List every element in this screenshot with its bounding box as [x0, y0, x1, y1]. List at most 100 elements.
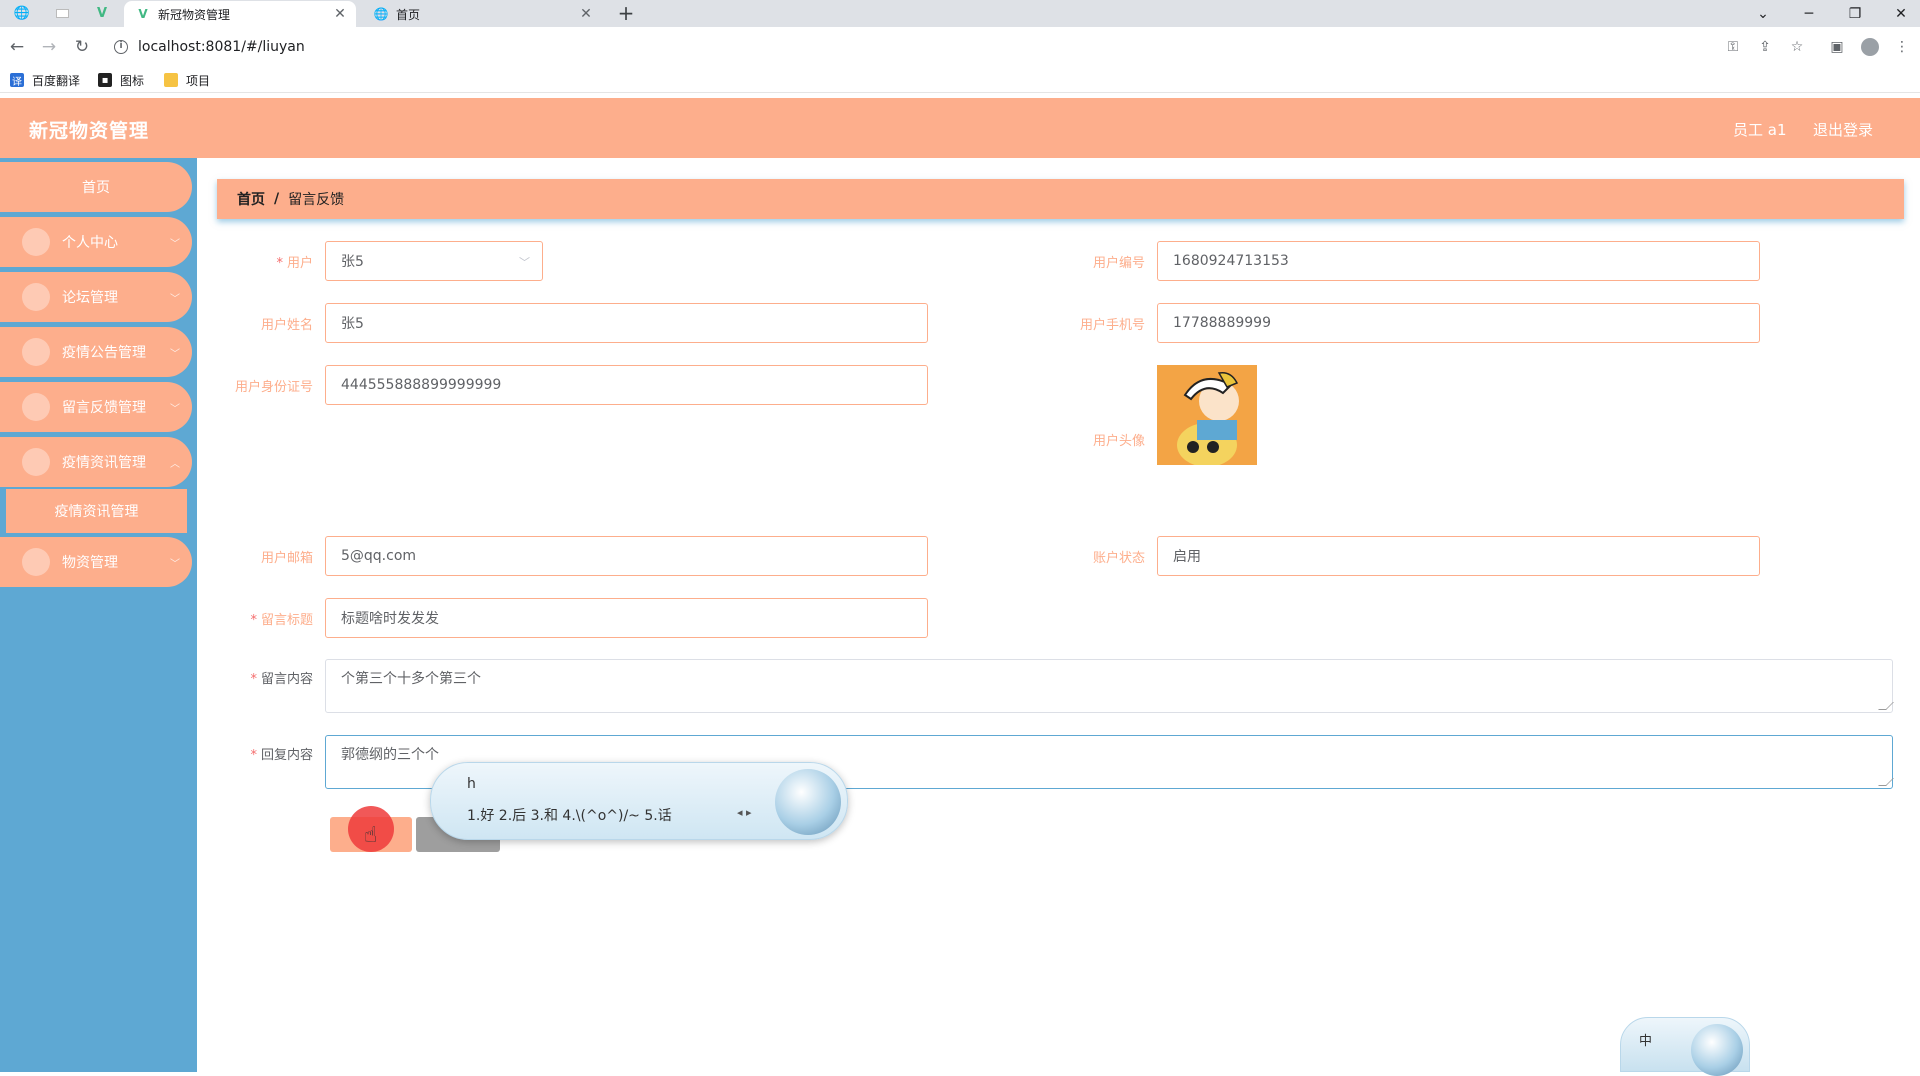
content-label: * 留言内容: [250, 672, 313, 687]
globe-icon[interactable]: 🌐: [13, 4, 31, 22]
user-no-label: 用户编号: [1092, 256, 1145, 271]
breadcrumb-separator: /: [274, 191, 280, 207]
window-close-button[interactable]: ✕: [1878, 0, 1920, 27]
sidebar-item-epidemic-notice[interactable]: 疫情公告管理 ﹀: [0, 327, 192, 377]
side-panel-icon[interactable]: ▣: [1826, 36, 1848, 58]
key-icon[interactable]: ⚿: [1722, 36, 1744, 58]
blank-tab-icon[interactable]: [53, 4, 71, 22]
content-text: 个第三个十多个第三个: [341, 671, 481, 687]
browser-tab-active[interactable]: V 新冠物资管理 ✕: [124, 1, 356, 27]
sidebar-item-home[interactable]: 首页: [0, 162, 192, 212]
grid-icon: [22, 393, 50, 421]
star-icon[interactable]: ☆: [1786, 36, 1808, 58]
ime-composition: h: [467, 776, 476, 792]
vue-icon[interactable]: V: [93, 4, 111, 22]
logout-link[interactable]: 退出登录: [1813, 119, 1873, 140]
sidebar-item-epidemic-news[interactable]: 疫情资讯管理 ︿: [0, 437, 192, 487]
sidebar-item-label: 首页: [82, 180, 110, 196]
restore-button[interactable]: ❐: [1832, 0, 1878, 27]
tab-title: 新冠物资管理: [158, 7, 231, 22]
name-field[interactable]: 张5: [325, 303, 928, 343]
bookmark-item[interactable]: 项目: [164, 71, 210, 89]
ime-candidates[interactable]: 1.好 2.后 3.和 4.\(^o^)/~ 5.话: [467, 805, 672, 825]
sidebar: 首页 个人中心 ﹀ 论坛管理 ﹀ 疫情公告管理 ﹀ 留言反馈管理 ﹀ 疫情资讯管…: [0, 158, 197, 1072]
app-title: 新冠物资管理: [29, 120, 150, 142]
sidebar-item-feedback[interactable]: 留言反馈管理 ﹀: [0, 382, 192, 432]
resize-handle[interactable]: [1878, 702, 1894, 710]
user-icon: [22, 448, 50, 476]
ime-candidate-window[interactable]: h 1.好 2.后 3.和 4.\(^o^)/~ 5.话 ◂ ▸: [430, 762, 848, 840]
user-select-value: 张5: [341, 254, 364, 270]
bookmark-label: 项目: [186, 73, 211, 88]
ime-page-arrows-icon[interactable]: ◂ ▸: [737, 806, 752, 819]
translate-icon: 译: [10, 73, 24, 88]
tab-search-icon[interactable]: ⌄: [1740, 0, 1786, 27]
briefcase-icon: [22, 283, 50, 311]
omnibox[interactable]: i localhost:8081/#/liuyan: [106, 32, 1806, 62]
title-label: * 留言标题: [250, 613, 313, 628]
user-no-field[interactable]: 1680924713153: [1157, 241, 1760, 281]
phone-field[interactable]: 17788889999: [1157, 303, 1760, 343]
avatar: [1157, 365, 1257, 465]
new-tab-button[interactable]: +: [614, 2, 638, 24]
folder-icon: [164, 73, 178, 87]
hand-cursor-icon: ☝: [364, 823, 378, 848]
chevron-down-icon: ﹀: [170, 348, 180, 360]
sidebar-item-label: 论坛管理: [62, 290, 118, 306]
sidebar-item-personal-center[interactable]: 个人中心 ﹀: [0, 217, 192, 267]
ime-decoration-icon: [775, 769, 841, 835]
tab-title: 首页: [396, 7, 421, 22]
globe-icon: 🌐: [373, 7, 389, 21]
close-icon[interactable]: ✕: [578, 6, 594, 22]
url-text[interactable]: localhost:8081/#/liuyan: [138, 39, 305, 55]
sidebar-item-label: 物资管理: [62, 555, 118, 571]
breadcrumb-current: 留言反馈: [288, 192, 345, 208]
idcard-field[interactable]: 444555888899999999: [325, 365, 928, 405]
idcard-label: 用户身份证号: [234, 380, 313, 395]
sidebar-item-label: 个人中心: [62, 235, 118, 251]
sidebar-item-forum[interactable]: 论坛管理 ﹀: [0, 272, 192, 322]
ime-status-bar[interactable]: 中: [1620, 1017, 1750, 1076]
chevron-down-icon: ﹀: [170, 293, 180, 305]
minimize-button[interactable]: ─: [1786, 0, 1832, 27]
breadcrumb: 首页 / 留言反馈: [217, 179, 1904, 219]
avatar-label: 用户头像: [1092, 434, 1145, 449]
phone-label: 用户手机号: [1079, 318, 1145, 333]
bookmark-item[interactable]: 译 百度翻译: [10, 71, 80, 89]
ime-mode[interactable]: 中: [1639, 1030, 1652, 1049]
resize-handle[interactable]: [1878, 778, 1894, 786]
info-icon[interactable]: i: [114, 40, 128, 54]
status-field[interactable]: 启用: [1157, 536, 1760, 576]
bookmark-label: 图标: [120, 73, 145, 88]
current-user: 员工 a1: [1733, 121, 1787, 139]
vue-icon: V: [138, 7, 148, 21]
share-icon[interactable]: ⇪: [1754, 36, 1776, 58]
back-icon[interactable]: ←: [6, 36, 28, 58]
profile-icon[interactable]: [1859, 36, 1881, 58]
reply-text: 郭德纲的三个个: [341, 747, 439, 763]
reload-icon[interactable]: ↻: [71, 36, 93, 58]
browser-tab[interactable]: 🌐 首页 ✕: [362, 1, 602, 27]
menu-dots-icon[interactable]: ⋮: [1891, 36, 1913, 58]
breadcrumb-home[interactable]: 首页: [237, 189, 265, 209]
content-textarea[interactable]: 个第三个十多个第三个: [325, 659, 1894, 713]
sidebar-subitem-label: 疫情资讯管理: [54, 504, 139, 520]
sidebar-subitem-epidemic-news[interactable]: 疫情资讯管理: [6, 489, 187, 533]
image-icon: ▪: [98, 73, 112, 87]
name-label: 用户姓名: [260, 318, 313, 333]
forward-icon[interactable]: →: [38, 36, 60, 58]
chevron-up-icon: ︿: [170, 458, 180, 470]
app-header: 新冠物资管理 员工 a1 退出登录: [0, 98, 1920, 158]
chevron-down-icon: ﹀: [519, 256, 530, 269]
close-icon[interactable]: ✕: [332, 6, 348, 22]
email-field[interactable]: 5@qq.com: [325, 536, 928, 576]
bookmark-item[interactable]: ▪ 图标: [98, 71, 144, 89]
sidebar-item-label: 留言反馈管理: [62, 400, 146, 416]
browser-tab-strip: 🌐 V V 新冠物资管理 ✕ 🌐 首页 ✕ + ⌄ ─ ❐ ✕: [0, 0, 1920, 27]
title-field[interactable]: 标题啥时发发发: [325, 598, 928, 638]
chevron-down-icon: ﹀: [170, 238, 180, 250]
reply-label: * 回复内容: [250, 748, 313, 763]
sidebar-item-supplies[interactable]: 物资管理 ﹀: [0, 537, 192, 587]
address-bar: ← → ↻ i localhost:8081/#/liuyan ⚿ ⇪ ☆ ▣ …: [0, 27, 1920, 67]
user-select[interactable]: 张5 ﹀: [325, 241, 543, 281]
